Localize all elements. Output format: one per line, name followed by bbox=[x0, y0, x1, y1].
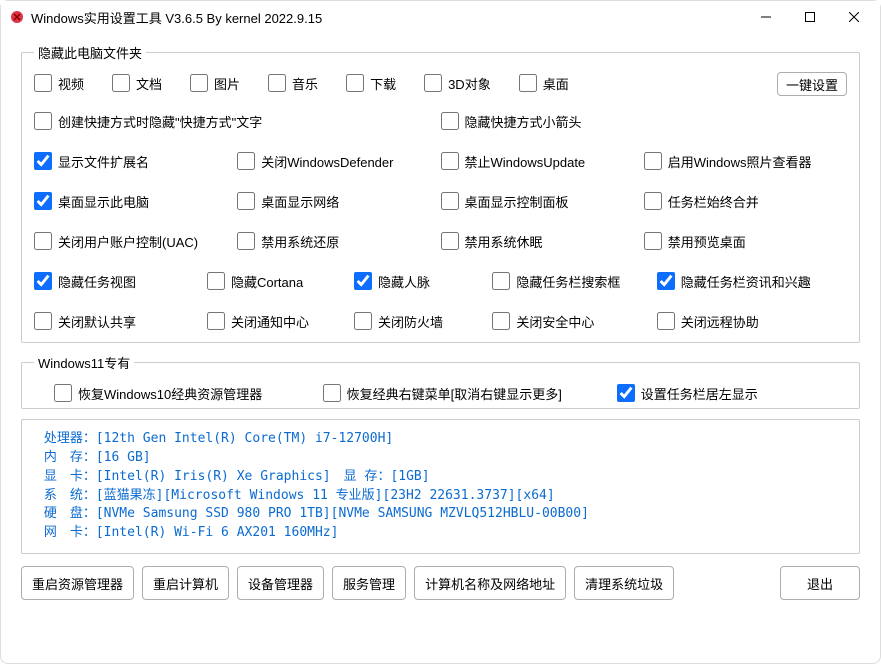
cb-taskbar-left[interactable]: 设置任务栏居左显示 bbox=[617, 382, 839, 404]
services-button[interactable]: 服务管理 bbox=[332, 566, 406, 600]
app-icon bbox=[9, 9, 25, 25]
mem-value: [16 GB] bbox=[96, 450, 151, 465]
cb-pics[interactable]: 图片 bbox=[190, 72, 240, 94]
content: 隐藏此电脑文件夹 一键设置 视频 文档 图片 音乐 下载 3D对象 桌面 创建快… bbox=[1, 33, 880, 608]
close-button[interactable] bbox=[832, 2, 876, 32]
cb-hide-shortcut-arrow[interactable]: 隐藏快捷方式小箭头 bbox=[441, 110, 840, 132]
cb-hide-news[interactable]: 隐藏任务栏资讯和兴趣 bbox=[657, 270, 839, 292]
cpu-label: 处理器： bbox=[36, 431, 96, 446]
cb-close-firewall[interactable]: 关闭防火墙 bbox=[354, 310, 484, 332]
cb-hide-people[interactable]: 隐藏人脉 bbox=[354, 270, 484, 292]
cb-close-security[interactable]: 关闭安全中心 bbox=[492, 310, 648, 332]
cb-restore-context[interactable]: 恢复经典右键菜单[取消右键显示更多] bbox=[323, 382, 609, 404]
net-label: 网 卡： bbox=[36, 525, 96, 540]
exit-button[interactable]: 退出 bbox=[780, 566, 860, 600]
cb-disable-hibernate[interactable]: 禁用系统休眠 bbox=[441, 230, 636, 252]
cb-show-controlpanel[interactable]: 桌面显示控制面板 bbox=[441, 190, 636, 212]
onekey-button[interactable]: 一键设置 bbox=[777, 72, 847, 96]
cb-enable-photo[interactable]: 启用Windows照片查看器 bbox=[644, 150, 839, 172]
titlebar: Windows实用设置工具 V3.6.5 By kernel 2022.9.15 bbox=[1, 1, 880, 33]
cb-3dobj[interactable]: 3D对象 bbox=[424, 72, 491, 94]
maximize-button[interactable] bbox=[788, 2, 832, 32]
cb-hide-shortcut-text[interactable]: 创建快捷方式时隐藏"快捷方式"文字 bbox=[34, 110, 433, 132]
disk-label: 硬 盘： bbox=[36, 506, 96, 521]
cb-docs[interactable]: 文档 bbox=[112, 72, 162, 94]
devmgr-button[interactable]: 设备管理器 bbox=[237, 566, 324, 600]
cb-restore-explorer[interactable]: 恢复Windows10经典资源管理器 bbox=[54, 382, 315, 404]
cb-close-defender[interactable]: 关闭WindowsDefender bbox=[237, 150, 432, 172]
cb-show-pc-desktop[interactable]: 桌面显示此电脑 bbox=[34, 190, 229, 212]
cb-close-remote[interactable]: 关闭远程协助 bbox=[657, 310, 839, 332]
os-label: 系 统： bbox=[36, 488, 96, 503]
restart-pc-button[interactable]: 重启计算机 bbox=[142, 566, 229, 600]
cb-show-network[interactable]: 桌面显示网络 bbox=[237, 190, 432, 212]
cb-disable-restore[interactable]: 禁用系统还原 bbox=[237, 230, 432, 252]
window-title: Windows实用设置工具 V3.6.5 By kernel 2022.9.15 bbox=[31, 8, 744, 27]
cb-hide-taskbar-search[interactable]: 隐藏任务栏搜索框 bbox=[492, 270, 648, 292]
disk-value: [NVMe Samsung SSD 980 PRO 1TB][NVMe SAMS… bbox=[96, 506, 589, 521]
cb-ban-update[interactable]: 禁止WindowsUpdate bbox=[441, 150, 636, 172]
cb-music[interactable]: 音乐 bbox=[268, 72, 318, 94]
cb-close-notification[interactable]: 关闭通知中心 bbox=[207, 310, 346, 332]
group-win11: Windows11专有 恢复Windows10经典资源管理器 恢复经典右键菜单[… bbox=[21, 353, 860, 409]
minimize-button[interactable] bbox=[744, 2, 788, 32]
cb-disable-preview[interactable]: 禁用预览桌面 bbox=[644, 230, 839, 252]
mem-label: 内 存： bbox=[36, 450, 96, 465]
group-folders-legend: 隐藏此电脑文件夹 bbox=[34, 43, 146, 62]
cpu-value: [12th Gen Intel(R) Core(TM) i7-12700H] bbox=[96, 431, 393, 446]
net-value: [Intel(R) Wi-Fi 6 AX201 160MHz] bbox=[96, 525, 339, 540]
cb-hide-cortana[interactable]: 隐藏Cortana bbox=[207, 270, 346, 292]
os-value: [蓝猫果冻][Microsoft Windows 11 专业版][23H2 22… bbox=[96, 488, 555, 503]
clean-button[interactable]: 清理系统垃圾 bbox=[574, 566, 674, 600]
cb-close-default-share[interactable]: 关闭默认共享 bbox=[34, 310, 199, 332]
cb-show-ext[interactable]: 显示文件扩展名 bbox=[34, 150, 229, 172]
sysinfo-panel: 处理器：[12th Gen Intel(R) Core(TM) i7-12700… bbox=[21, 419, 860, 554]
bottom-buttons: 重启资源管理器 重启计算机 设备管理器 服务管理 计算机名称及网络地址 清理系统… bbox=[21, 566, 860, 600]
cb-video[interactable]: 视频 bbox=[34, 72, 84, 94]
gpu-value: [Intel(R) Iris(R) Xe Graphics] 显 存：[1GB] bbox=[96, 469, 430, 484]
gpu-label: 显 卡： bbox=[36, 469, 96, 484]
netname-button[interactable]: 计算机名称及网络地址 bbox=[414, 566, 566, 600]
group-folders: 隐藏此电脑文件夹 一键设置 视频 文档 图片 音乐 下载 3D对象 桌面 创建快… bbox=[21, 43, 860, 343]
cb-close-uac[interactable]: 关闭用户账户控制(UAC) bbox=[34, 230, 229, 252]
group-win11-legend: Windows11专有 bbox=[34, 353, 134, 372]
cb-downloads[interactable]: 下载 bbox=[346, 72, 396, 94]
cb-desktop[interactable]: 桌面 bbox=[519, 72, 569, 94]
cb-taskbar-merge[interactable]: 任务栏始终合并 bbox=[644, 190, 839, 212]
restart-explorer-button[interactable]: 重启资源管理器 bbox=[21, 566, 134, 600]
cb-hide-taskview[interactable]: 隐藏任务视图 bbox=[34, 270, 199, 292]
